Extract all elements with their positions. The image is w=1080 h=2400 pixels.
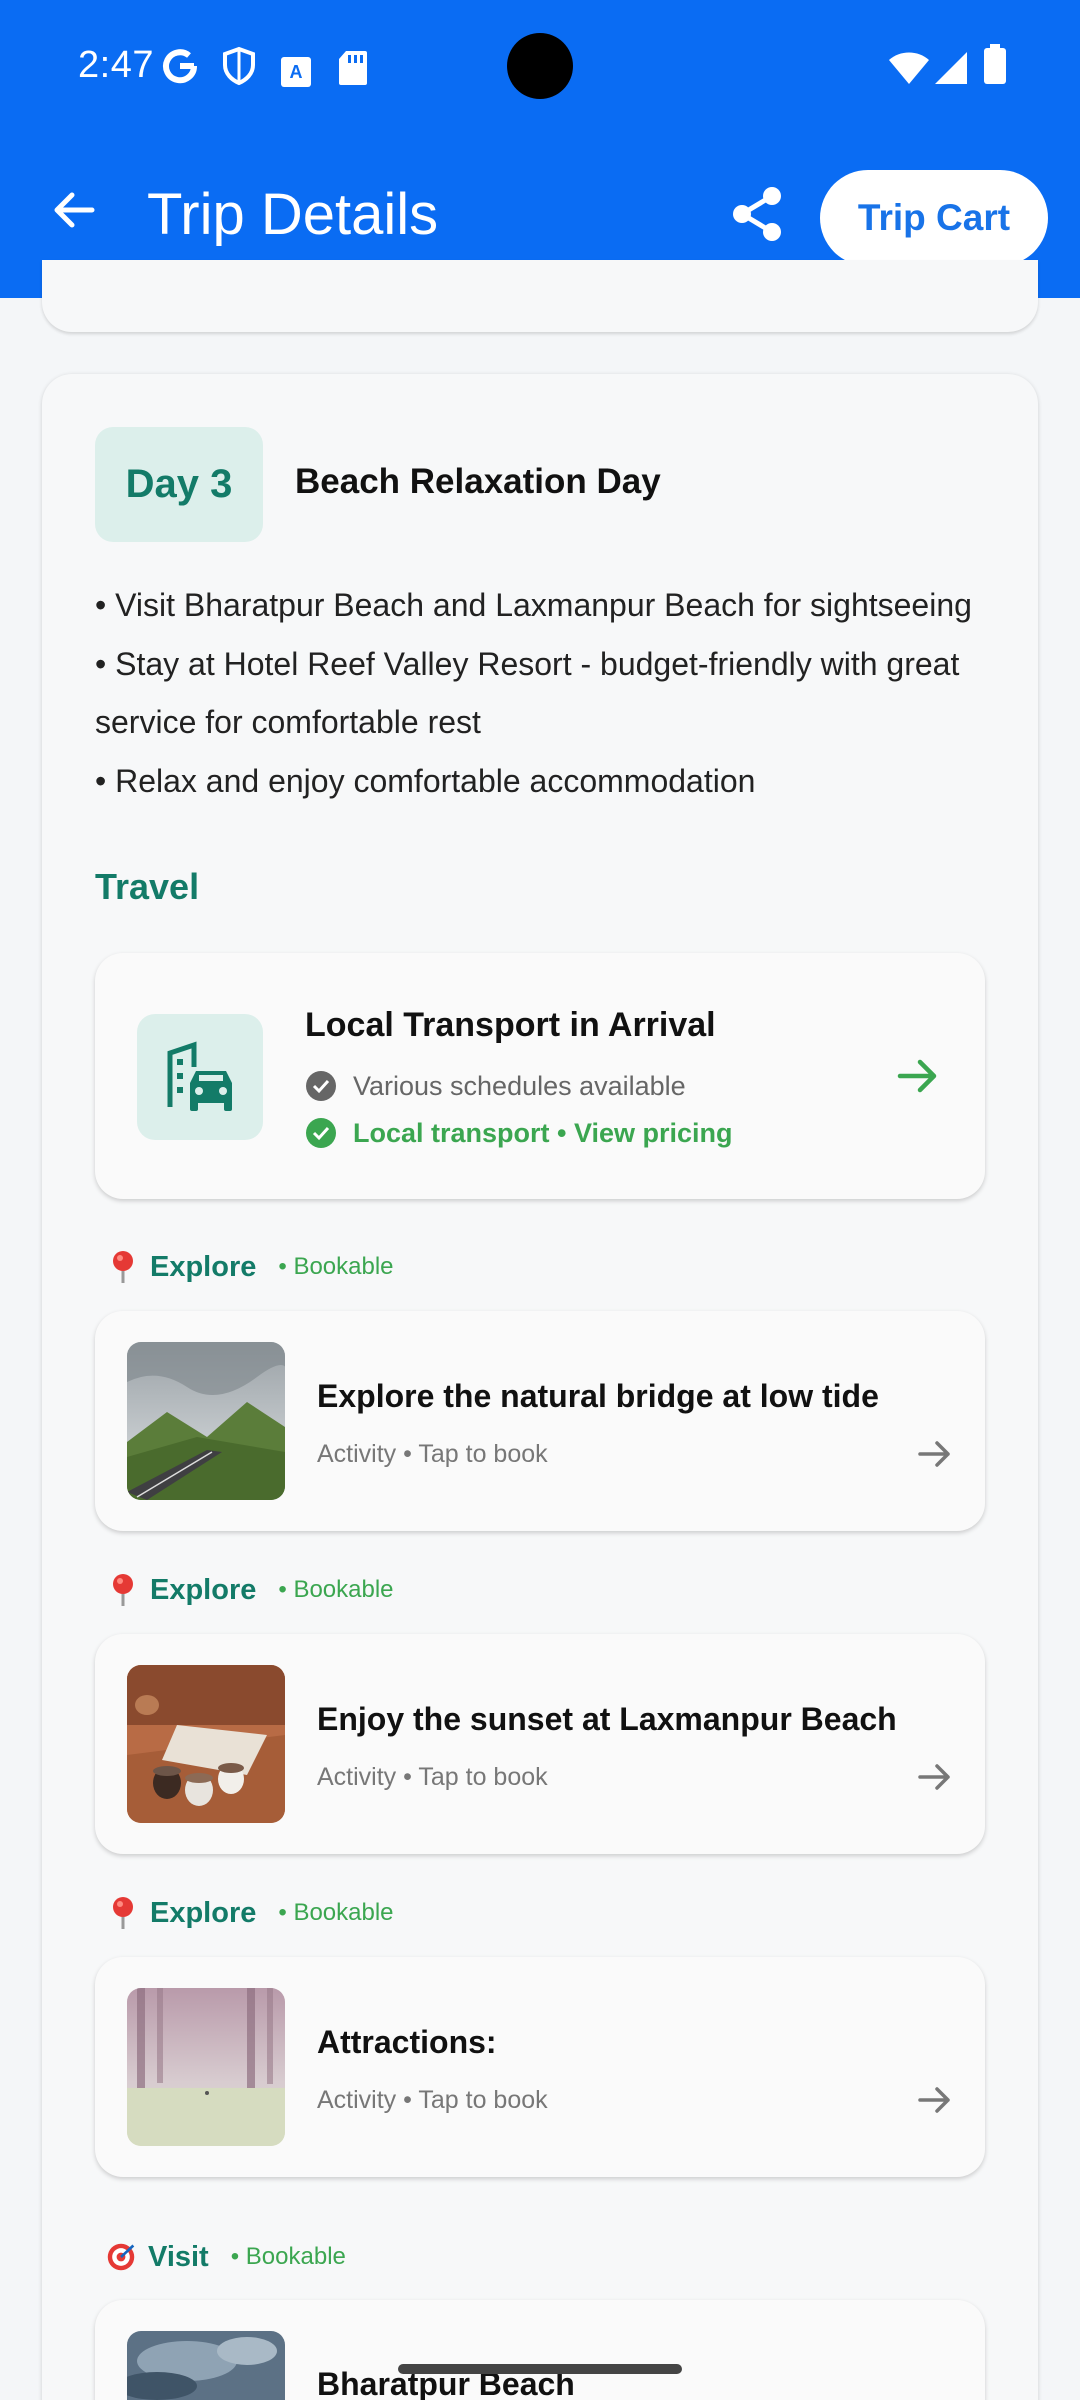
activity-thumbnail [127,1665,285,1823]
check-circle-icon [306,1071,336,1101]
trip-cart-button[interactable]: Trip Cart [820,170,1048,266]
camera-cutout [507,33,573,99]
activity-subtitle: Activity • Tap to book [317,1763,548,1791]
battery-icon [984,44,1006,84]
back-arrow-icon[interactable] [44,180,104,240]
bookable-tag: • Bookable [278,1576,394,1603]
activity-title: Enjoy the sunset at Laxmanpur Beach [317,1701,897,1737]
arrow-right-icon[interactable] [915,1757,955,1797]
status-bar: 2:47 A [0,0,1080,130]
arrow-right-icon[interactable] [915,2080,955,2120]
page-title: Trip Details [147,182,439,247]
section-label-explore: Explore • Bookable [108,1896,394,1930]
arrow-right-icon[interactable] [915,1434,955,1474]
activity-title: Explore the natural bridge at low tide [317,1378,879,1414]
signal-icon [935,52,967,84]
activity-thumbnail [127,1342,285,1500]
activity-subtitle: Activity • Tap to book [317,2086,548,2114]
wifi-icon [889,52,929,84]
activity-subtitle: Activity • Tap to book [317,1440,548,1468]
transport-pricing-text: Local transport • View pricing [353,1117,733,1148]
google-icon [163,49,198,84]
section-label-text: Explore [150,1573,257,1606]
translate-icon: A [281,57,311,87]
check-circle-icon [306,1118,336,1148]
mountain-road-image [127,1342,285,1500]
target-icon [107,2243,135,2271]
share-icon[interactable] [728,184,788,244]
home-indicator[interactable] [398,2364,682,2374]
activity-thumbnail [127,1988,285,2146]
transit-building-car-icon [167,1041,232,1111]
app-header: 2:47 A Trip Details Trip Cart [0,0,1080,298]
transport-schedule-text: Various schedules available [353,1070,686,1101]
map-pin-icon [113,1574,133,1606]
previous-day-card [42,260,1038,332]
day-bullets: • Visit Bharatpur Beach and Laxmanpur Be… [95,576,995,811]
arrow-right-icon[interactable] [894,1052,942,1100]
travel-heading: Travel [95,866,200,907]
status-time: 2:47 [78,44,154,86]
misty-forest-image [127,1988,285,2146]
activity-thumbnail [127,2331,285,2400]
transport-title: Local Transport in Arrival [305,1006,716,1044]
sd-card-icon [339,51,367,85]
bookable-tag: • Bookable [278,1253,394,1280]
section-label-text: Visit [148,2240,209,2273]
section-label-text: Explore [150,1250,257,1283]
bullet-item: • Visit Bharatpur Beach and Laxmanpur Be… [95,587,972,623]
day-title: Beach Relaxation Day [295,462,661,501]
transport-icon-box [137,1014,263,1140]
tea-cups-image [127,1665,285,1823]
shield-icon [223,46,255,86]
activity-title: Attractions: [317,2024,497,2060]
transport-schedule: Various schedules available [305,1070,686,1102]
section-label-visit: Visit • Bookable [106,2240,346,2274]
day-badge: Day 3 [95,427,263,542]
transport-pricing[interactable]: Local transport • View pricing [305,1117,733,1149]
section-label-explore: Explore • Bookable [108,1250,394,1284]
beach-sky-image [127,2331,285,2400]
bookable-tag: • Bookable [278,1899,394,1926]
section-label-text: Explore [150,1896,257,1929]
bullet-item: • Stay at Hotel Reef Valley Resort - bud… [95,646,960,740]
bookable-tag: • Bookable [230,2243,346,2270]
bullet-item: • Relax and enjoy comfortable accommodat… [95,763,756,799]
svg-text:A: A [290,62,303,82]
map-pin-icon [113,1251,133,1283]
map-pin-icon [113,1897,133,1929]
section-label-explore: Explore • Bookable [108,1573,394,1607]
